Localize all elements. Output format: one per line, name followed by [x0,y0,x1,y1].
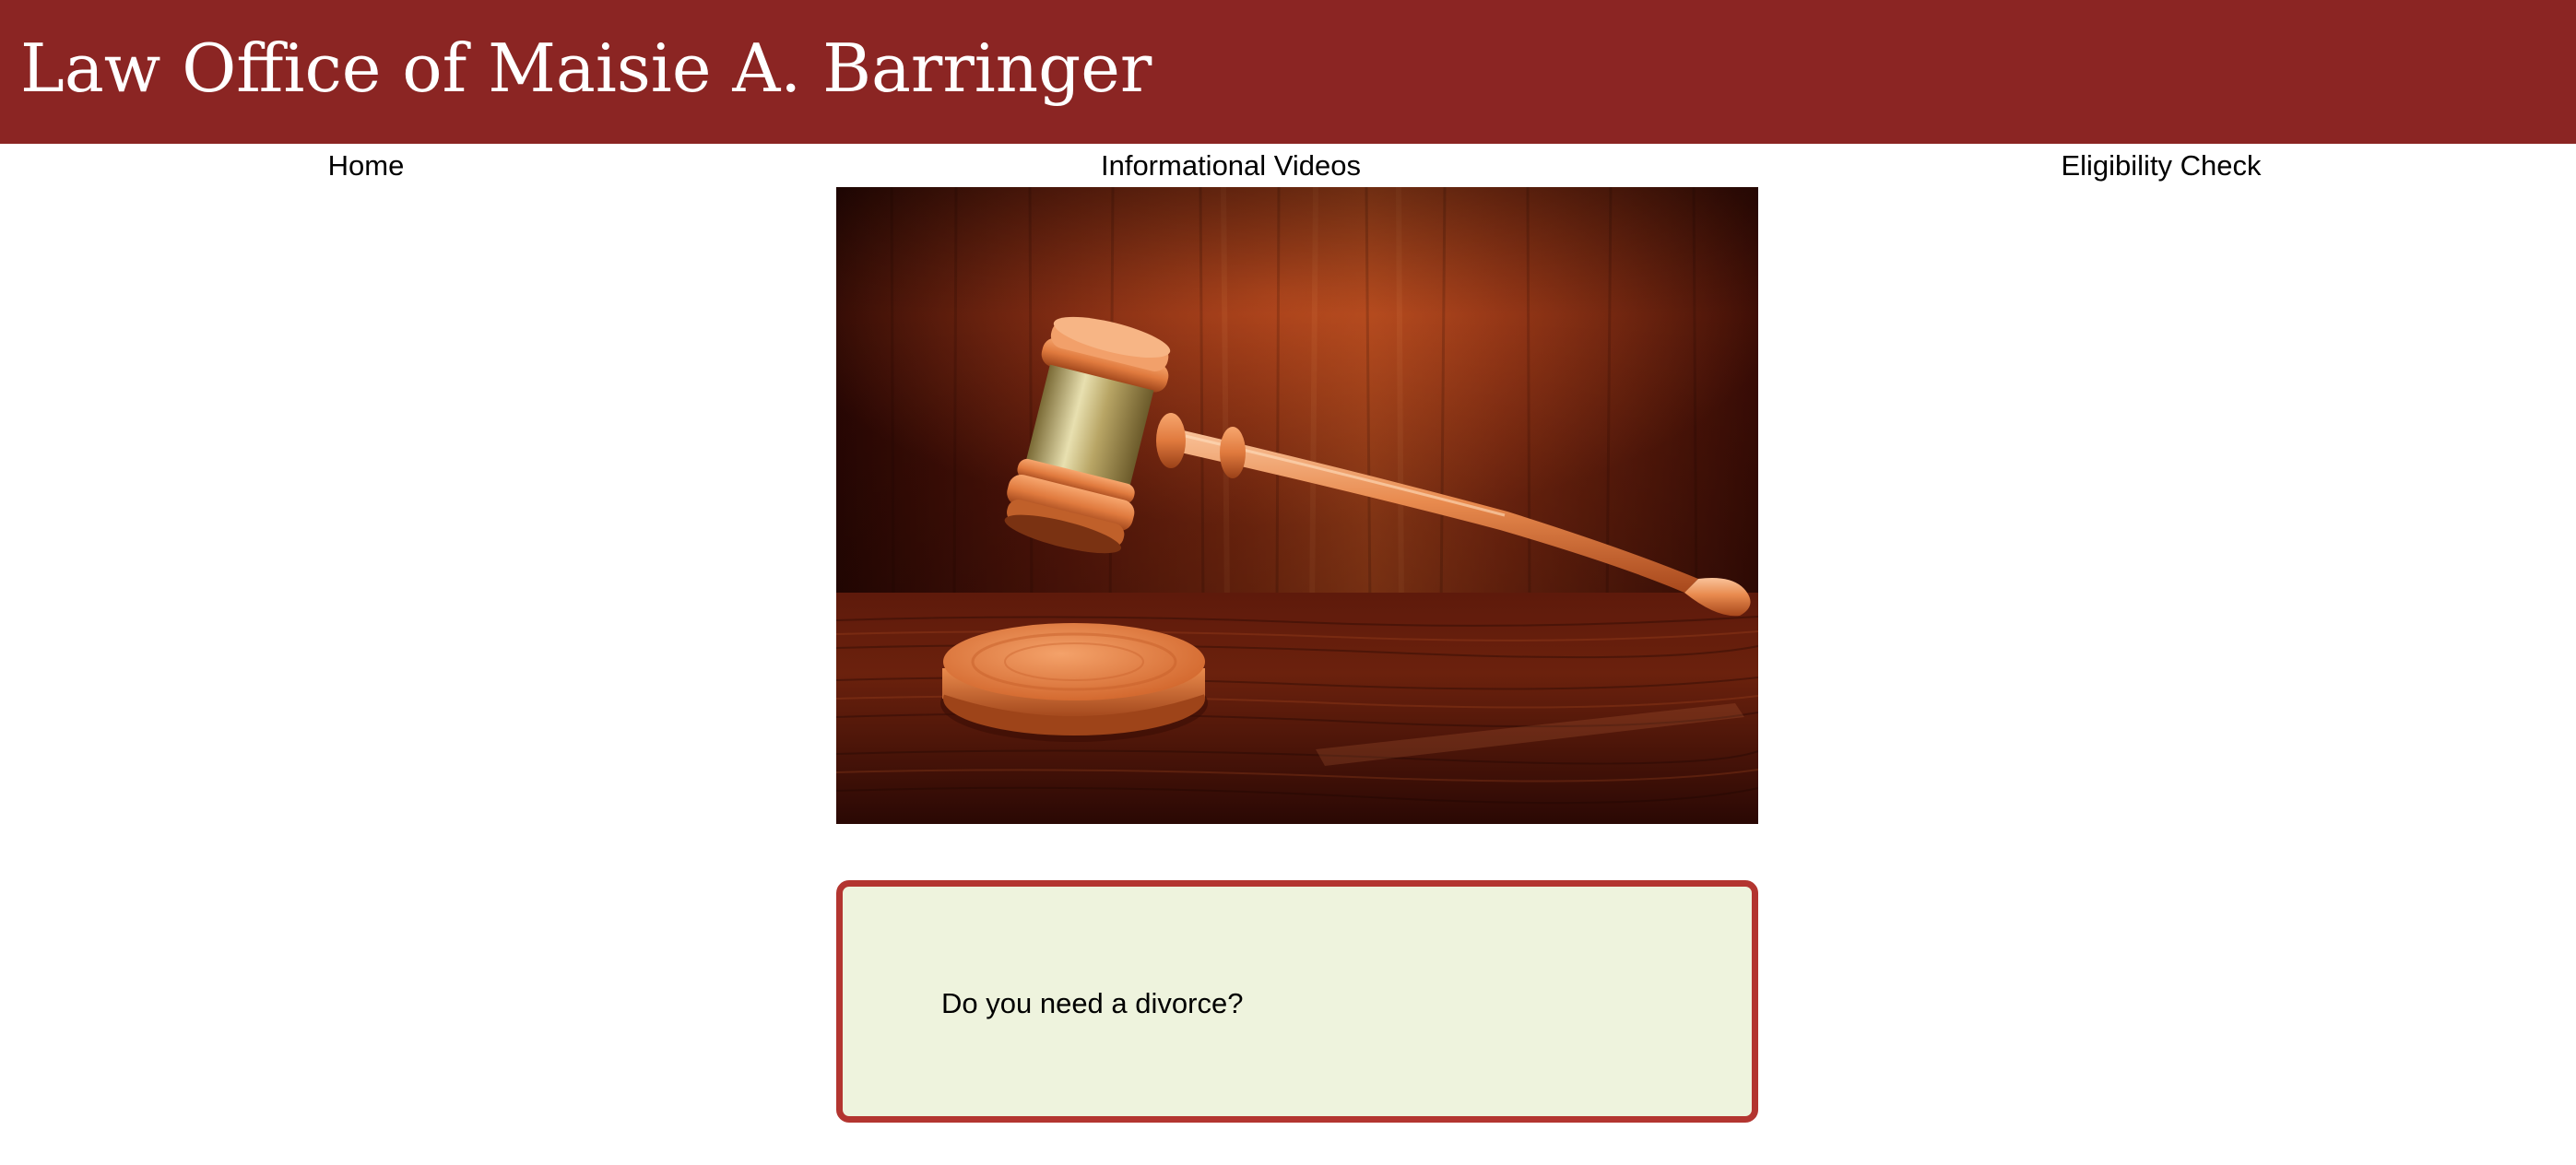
site-title: Law Office of Maisie A. Barringer [20,29,1152,107]
nav-link-informational-videos[interactable]: Informational Videos [1101,147,1361,184]
nav-link-eligibility-check[interactable]: Eligibility Check [2061,147,2261,184]
divorce-callout-box: Do you need a divorce? [836,880,1758,1123]
nav-link-home[interactable]: Home [328,147,405,184]
gavel-image [836,187,1758,824]
main-nav: Home Informational Videos Eligibility Ch… [0,144,2576,188]
site-header: Law Office of Maisie A. Barringer [0,0,2576,144]
callout-question: Do you need a divorce? [941,987,1244,1019]
